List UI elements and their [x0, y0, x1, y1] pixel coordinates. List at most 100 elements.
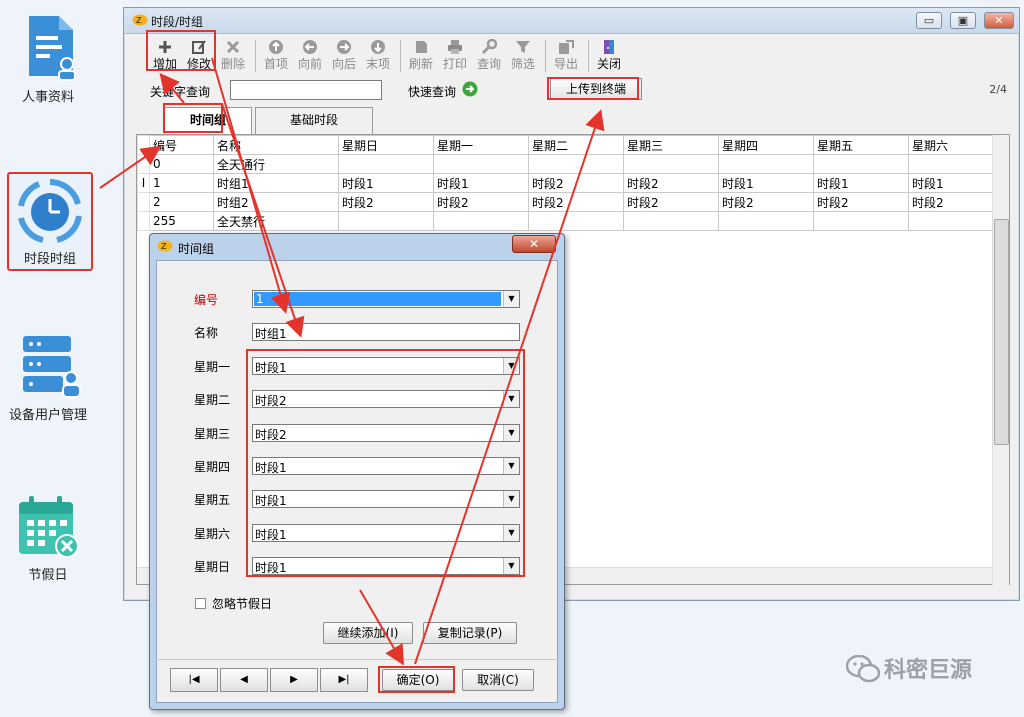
vertical-scrollbar[interactable] [992, 135, 1009, 586]
table-cell[interactable] [433, 211, 529, 231]
query-icon [481, 39, 497, 55]
table-cell[interactable] [623, 211, 719, 231]
row-indicator [137, 192, 150, 212]
launcher-holiday[interactable]: 节假日 [0, 496, 96, 583]
close-button[interactable]: 关闭 [593, 38, 625, 74]
table-cell[interactable]: 时段1 [718, 173, 814, 193]
column-header[interactable]: 星期一 [433, 135, 529, 155]
table-cell[interactable]: 时段2 [623, 173, 719, 193]
column-header[interactable]: 名称 [213, 135, 339, 155]
query-button[interactable]: 查询 [473, 38, 505, 74]
print-button[interactable]: 打印 [439, 38, 471, 74]
export-icon [559, 40, 574, 54]
dialog-close-button[interactable]: ✕ [512, 235, 556, 253]
copy-record-button[interactable]: 复制记录(P) [423, 622, 517, 644]
column-header[interactable]: 星期六 [908, 135, 994, 155]
app-logo-icon: Z [132, 14, 148, 26]
go-arrow-icon[interactable] [462, 81, 478, 97]
table-cell[interactable] [718, 154, 814, 174]
scrollbar-thumb[interactable] [994, 219, 1009, 445]
minimize-button[interactable]: ▭ [916, 12, 942, 29]
table-cell[interactable] [813, 154, 909, 174]
table-cell[interactable]: 时段2 [338, 192, 434, 212]
svg-text:Z: Z [161, 242, 167, 251]
column-header[interactable]: 星期三 [623, 135, 719, 155]
wednesday-label: 星期三 [194, 427, 231, 441]
table-cell[interactable]: 时组1 [213, 173, 339, 193]
table-cell[interactable] [528, 154, 624, 174]
column-header[interactable]: 星期二 [528, 135, 624, 155]
table-row[interactable]: I 1 时组1 时段1 时段1 时段2 时段2 时段1 时段1 时段1 [137, 173, 994, 193]
maximize-button[interactable]: ▣ [950, 12, 976, 29]
table-cell[interactable]: 0 [149, 154, 214, 174]
ignore-holiday-row[interactable]: 忽略节假日 [195, 595, 272, 612]
table-cell[interactable]: 1 [149, 173, 214, 193]
table-cell[interactable] [813, 211, 909, 231]
launcher-device-users[interactable]: 设备用户管理 [0, 334, 96, 423]
table-cell[interactable]: 时组2 [213, 192, 339, 212]
column-header[interactable]: 星期日 [338, 135, 434, 155]
table-row[interactable]: 2 时组2 时段2 时段2 时段2 时段2 时段2 时段2 时段2 [137, 192, 994, 212]
launcher-timegroup[interactable]: 时段时组 [7, 172, 93, 271]
table-cell[interactable] [623, 154, 719, 174]
table-cell[interactable]: 255 [149, 211, 214, 231]
close-window-button[interactable]: ✕ [984, 12, 1014, 29]
continue-add-button[interactable]: 继续添加(I) [323, 622, 413, 644]
table-cell[interactable] [718, 211, 814, 231]
page-indicator: 2/4 [989, 83, 1007, 96]
window-title-bar[interactable]: Z 时段/时组 ▭ ▣ ✕ [124, 8, 1019, 34]
chevron-down-icon[interactable]: ▼ [503, 291, 519, 307]
first-record-button[interactable]: |◀ [170, 668, 218, 692]
launcher-personnel[interactable]: 人事资料 [0, 14, 96, 105]
export-button[interactable]: 导出 [550, 38, 582, 74]
prev-record-button[interactable]: ◀ [220, 668, 268, 692]
table-cell[interactable]: 2 [149, 192, 214, 212]
column-header[interactable]: 编号 [149, 135, 214, 155]
table-row[interactable]: 255 全天禁行 [137, 211, 994, 231]
table-cell[interactable]: 时段1 [338, 173, 434, 193]
delete-button[interactable]: 删除 [217, 38, 249, 74]
saturday-label: 星期六 [194, 527, 231, 541]
cancel-button[interactable]: 取消(C) [462, 669, 534, 691]
prev-button[interactable]: 向前 [294, 38, 326, 74]
table-cell[interactable]: 时段2 [623, 192, 719, 212]
refresh-button[interactable]: 刷新 [405, 38, 437, 74]
svg-text:Z: Z [136, 16, 142, 25]
table-cell[interactable]: 时段2 [813, 192, 909, 212]
table-cell[interactable]: 时段2 [528, 192, 624, 212]
tab-base-period[interactable]: 基础时段 [255, 107, 373, 134]
table-cell[interactable]: 时段2 [718, 192, 814, 212]
document-person-icon [29, 16, 76, 81]
table-cell[interactable] [338, 154, 434, 174]
table-cell[interactable] [528, 211, 624, 231]
table-cell[interactable]: 全天通行 [213, 154, 339, 174]
table-cell[interactable]: 时段1 [813, 173, 909, 193]
table-cell[interactable]: 全天禁行 [213, 211, 339, 231]
ignore-holiday-checkbox[interactable] [195, 598, 206, 609]
table-cell[interactable]: 时段1 [908, 173, 994, 193]
table-cell[interactable] [908, 211, 994, 231]
id-combo[interactable]: 1 ▼ [252, 290, 520, 308]
first-button[interactable]: 首项 [260, 38, 292, 74]
keyword-search-input[interactable] [230, 80, 382, 100]
server-user-icon [23, 336, 81, 398]
name-field[interactable]: 时组1 [252, 323, 520, 341]
next-button[interactable]: 向后 [328, 38, 360, 74]
table-row[interactable]: 0 全天通行 [137, 154, 994, 174]
filter-button[interactable]: 筛选 [507, 38, 539, 74]
table-cell[interactable]: 时段1 [433, 173, 529, 193]
launcher-label: 时段时组 [23, 252, 76, 267]
last-button[interactable]: 末项 [362, 38, 394, 74]
column-header[interactable]: 星期四 [718, 135, 814, 155]
table-cell[interactable]: 时段2 [908, 192, 994, 212]
delete-label: 删除 [220, 57, 245, 71]
last-record-button[interactable]: ▶| [320, 668, 368, 692]
table-cell[interactable]: 时段2 [433, 192, 529, 212]
column-header[interactable]: 星期五 [813, 135, 909, 155]
toolbar-separator [545, 40, 546, 72]
table-cell[interactable] [908, 154, 994, 174]
table-cell[interactable] [433, 154, 529, 174]
table-cell[interactable] [338, 211, 434, 231]
table-cell[interactable]: 时段2 [528, 173, 624, 193]
next-record-button[interactable]: ▶ [270, 668, 318, 692]
